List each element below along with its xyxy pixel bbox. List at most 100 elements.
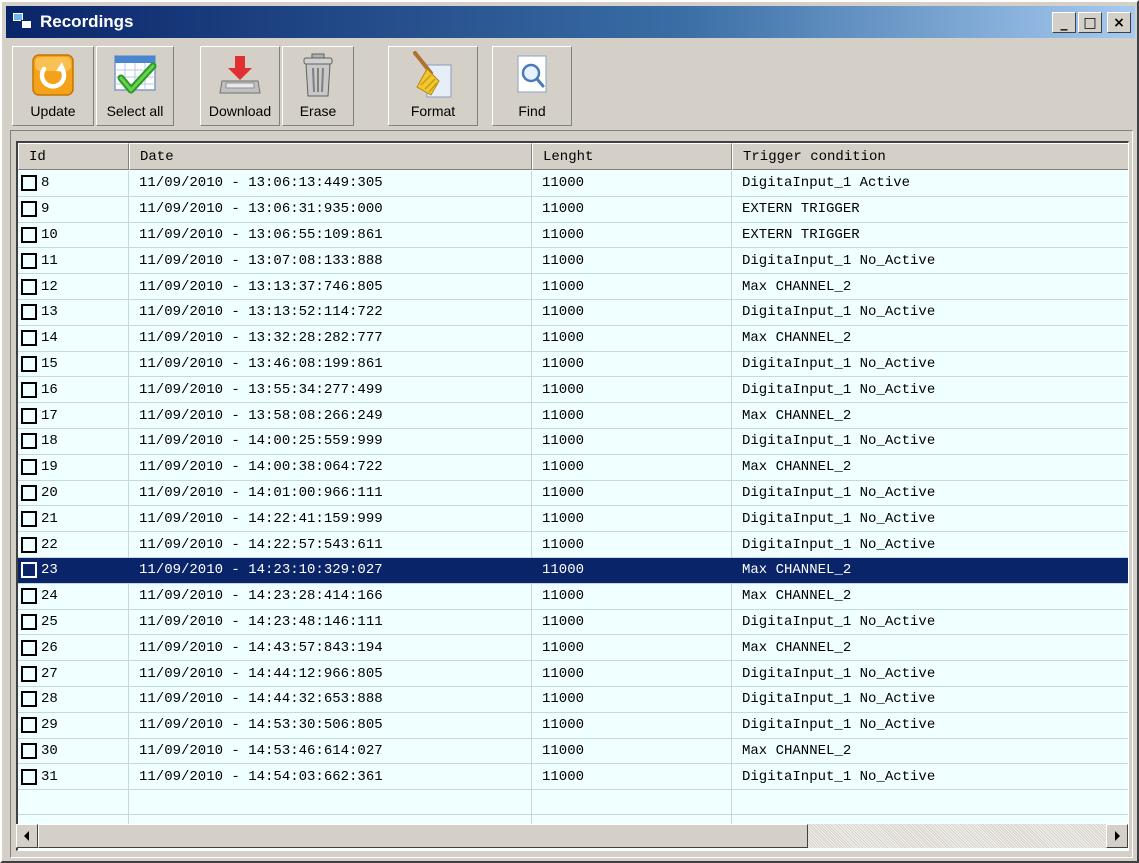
trigger-cell: DigitaInput_1 No_Active (732, 377, 1128, 402)
table-row[interactable]: 21 11/09/2010 - 14:22:41:159:999 11000 Digi… (18, 506, 1128, 533)
table-row[interactable]: 28 11/09/2010 - 14:44:32:653:888 11000 Digi… (18, 686, 1128, 713)
row-checkbox[interactable] (21, 665, 37, 682)
table-row[interactable]: 12 11/09/2010 - 13:13:37:746:805 11000 Max … (18, 274, 1128, 300)
date-cell: 11/09/2010 - 14:22:41:159:999 (129, 506, 532, 532)
row-id: 21 (41, 510, 58, 527)
row-checkbox[interactable] (21, 407, 37, 424)
row-checkbox[interactable] (21, 252, 37, 269)
download-label: Download (208, 103, 272, 119)
format-button[interactable]: Format (388, 46, 478, 126)
table-row[interactable]: 18 11/09/2010 - 14:00:25:559:999 11000 Digi… (18, 428, 1128, 455)
row-checkbox[interactable] (21, 613, 37, 630)
broom-icon (408, 51, 458, 99)
date-cell: 11/09/2010 - 13:07:08:133:888 (129, 248, 532, 274)
recordings-app-icon (12, 11, 34, 33)
close-button[interactable]: × (1107, 12, 1131, 33)
refresh-icon (28, 51, 78, 99)
table-row[interactable]: 15 11/09/2010 - 13:46:08:199:861 11000 Digi… (18, 351, 1128, 378)
id-cell: 26 (18, 635, 129, 661)
row-checkbox[interactable] (21, 433, 37, 450)
table-row[interactable]: 13 11/09/2010 - 13:13:52:114:722 11000 Digi… (18, 299, 1128, 326)
trigger-cell: DigitaInput_1 No_Active (732, 506, 1128, 531)
row-id: 9 (41, 201, 50, 218)
table-row[interactable]: 11 11/09/2010 - 13:07:08:133:888 11000 Digi… (18, 248, 1128, 275)
find-button[interactable]: Find (492, 46, 572, 126)
table-row[interactable]: 16 11/09/2010 - 13:55:34:277:499 11000 Digi… (18, 377, 1128, 404)
table-row[interactable]: 31 11/09/2010 - 14:54:03:662:361 11000 Digi… (18, 764, 1128, 791)
date-cell: 11/09/2010 - 14:23:28:414:166 (129, 583, 532, 609)
id-cell: 18 (18, 428, 129, 454)
id-cell: 11 (18, 248, 129, 274)
scroll-thumb[interactable] (38, 824, 808, 848)
row-id: 31 (41, 768, 58, 785)
length-cell: 11000 (532, 196, 732, 222)
recordings-list[interactable]: Id Date Lenght Trigger condition 8 11/09/… (16, 141, 1129, 851)
scroll-right-button[interactable] (1106, 824, 1128, 848)
scroll-left-button[interactable] (16, 824, 38, 848)
download-tray-icon (215, 51, 265, 99)
table-row[interactable]: 14 11/09/2010 - 13:32:28:282:777 11000 Max … (18, 325, 1128, 352)
erase-button[interactable]: Erase (282, 46, 354, 126)
row-checkbox[interactable] (21, 330, 37, 347)
row-checkbox[interactable] (21, 201, 37, 218)
download-button[interactable]: Download (200, 46, 280, 126)
title-bar[interactable]: Recordings _ □ × (6, 6, 1135, 38)
row-checkbox[interactable] (21, 717, 37, 734)
date-cell: 11/09/2010 - 13:13:52:114:722 (129, 299, 532, 325)
row-checkbox[interactable] (21, 304, 37, 321)
row-checkbox[interactable] (21, 536, 37, 553)
row-checkbox[interactable] (21, 484, 37, 501)
column-header-id[interactable]: Id (18, 143, 129, 170)
table-row[interactable]: 24 11/09/2010 - 14:23:28:414:166 11000 Max … (18, 583, 1128, 610)
date-cell: 11/09/2010 - 13:32:28:282:777 (129, 325, 532, 351)
column-header-date[interactable]: Date (129, 143, 532, 170)
table-row[interactable]: 19 11/09/2010 - 14:00:38:064:722 11000 Max … (18, 454, 1128, 481)
table-row[interactable]: 23 11/09/2010 - 14:23:10:329:027 11000 Max … (18, 557, 1128, 584)
row-checkbox[interactable] (21, 355, 37, 372)
trigger-cell: Max CHANNEL_2 (732, 455, 1128, 480)
row-checkbox[interactable] (21, 459, 37, 476)
row-checkbox[interactable] (21, 588, 37, 605)
row-checkbox[interactable] (21, 742, 37, 759)
length-cell: 11000 (532, 661, 732, 686)
row-checkbox[interactable] (21, 768, 37, 785)
column-header-length[interactable]: Lenght (532, 143, 732, 170)
id-cell: 25 (18, 609, 129, 635)
table-row[interactable]: 8 11/09/2010 - 13:06:13:449:305 11000 Digit… (18, 171, 1128, 197)
table-row[interactable]: 22 11/09/2010 - 14:22:57:543:611 11000 Digi… (18, 532, 1128, 558)
row-checkbox[interactable] (21, 691, 37, 708)
id-cell: 22 (18, 532, 129, 557)
magnifier-icon (507, 51, 557, 99)
maximize-button[interactable]: □ (1078, 12, 1102, 33)
date-cell: 11/09/2010 - 14:53:30:506:805 (129, 712, 532, 738)
update-button[interactable]: Update (12, 46, 94, 126)
trigger-cell: Max CHANNEL_2 (732, 558, 1128, 583)
length-cell: 11000 (532, 222, 732, 248)
table-row[interactable]: 17 11/09/2010 - 13:58:08:266:249 11000 Max … (18, 403, 1128, 429)
length-cell: 11000 (532, 532, 732, 557)
row-checkbox[interactable] (21, 562, 37, 579)
row-checkbox[interactable] (21, 381, 37, 398)
row-checkbox[interactable] (21, 510, 37, 527)
row-checkbox[interactable] (21, 639, 37, 656)
row-checkbox[interactable] (21, 175, 37, 192)
row-checkbox[interactable] (21, 226, 37, 243)
table-row[interactable]: 10 11/09/2010 - 13:06:55:109:861 11000 EXTE… (18, 222, 1128, 249)
table-row[interactable]: 9 11/09/2010 - 13:06:31:935:000 11000 EXTER… (18, 196, 1128, 223)
table-row[interactable]: 29 11/09/2010 - 14:53:30:506:805 11000 Digi… (18, 712, 1128, 739)
scroll-track[interactable] (808, 824, 1106, 848)
date-cell: 11/09/2010 - 13:46:08:199:861 (129, 351, 532, 377)
table-row[interactable]: 25 11/09/2010 - 14:23:48:146:111 11000 Digi… (18, 609, 1128, 636)
id-cell: 23 (18, 557, 129, 583)
minimize-button[interactable]: _ (1052, 12, 1076, 33)
table-row[interactable]: 20 11/09/2010 - 14:01:00:966:111 11000 Digi… (18, 480, 1128, 507)
table-row[interactable]: 30 11/09/2010 - 14:53:46:614:027 11000 Max … (18, 738, 1128, 765)
row-id: 22 (41, 536, 58, 553)
length-cell: 11000 (532, 377, 732, 403)
select-all-button[interactable]: Select all (96, 46, 174, 126)
table-row[interactable]: 26 11/09/2010 - 14:43:57:843:194 11000 Max … (18, 635, 1128, 662)
table-row[interactable]: 27 11/09/2010 - 14:44:12:966:805 11000 Digi… (18, 661, 1128, 687)
horizontal-scrollbar[interactable] (16, 824, 1128, 848)
row-checkbox[interactable] (21, 278, 37, 295)
column-header-trigger-condition[interactable]: Trigger condition (732, 143, 1128, 170)
